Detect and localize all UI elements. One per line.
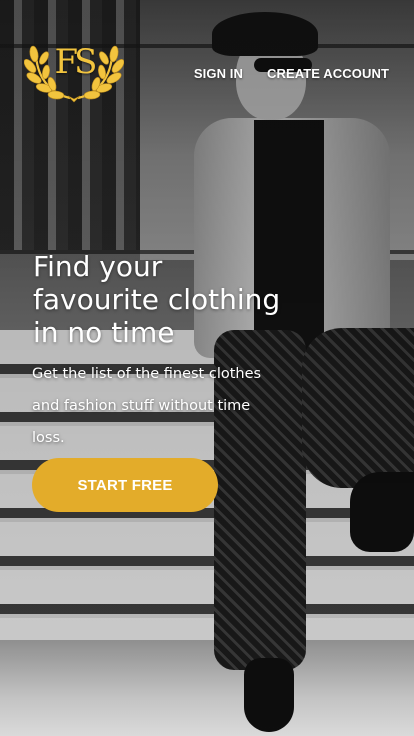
start-free-button[interactable]: START FREE — [32, 458, 218, 512]
landing-screen: FS SIGN IN CREATE ACCOUNT Find your favo… — [0, 0, 414, 736]
hero-title: Find your favourite clothing in no time — [33, 250, 281, 349]
hero-subtitle: Get the list of the finest clothes and f… — [32, 366, 262, 446]
brand-logo[interactable]: FS — [24, 34, 124, 104]
logo-monogram: FS — [54, 42, 98, 82]
create-account-link[interactable]: CREATE ACCOUNT — [267, 66, 389, 81]
sign-in-link[interactable]: SIGN IN — [194, 66, 243, 81]
top-nav: SIGN IN CREATE ACCOUNT — [194, 66, 389, 81]
